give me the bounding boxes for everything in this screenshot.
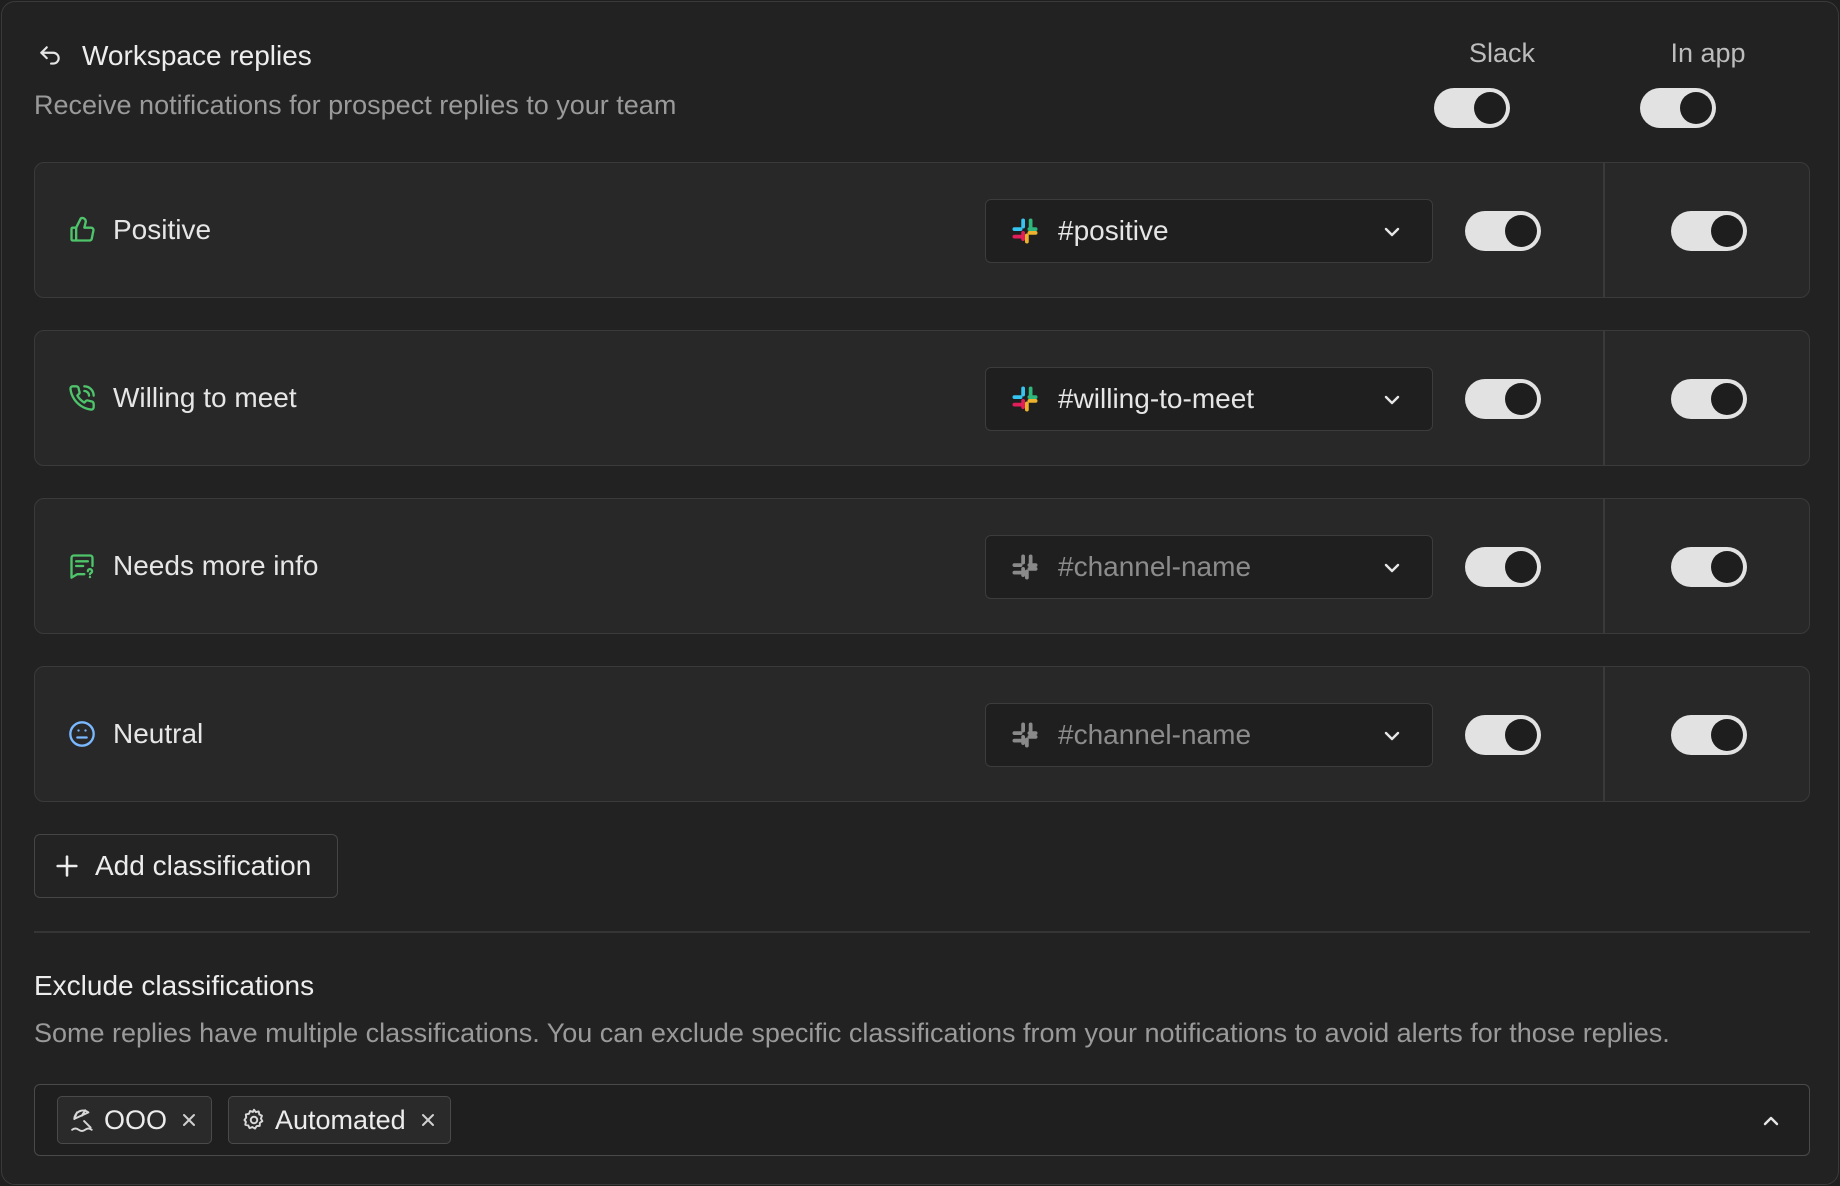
slack-logo-icon [1012,386,1038,412]
add-classification-button[interactable]: Add classification [34,834,338,898]
message-question-icon [67,551,97,581]
classification-label: Needs more info [113,550,319,581]
add-classification-label: Add classification [95,850,312,881]
chevron-down-icon [1384,395,1400,405]
chevron-down-icon [1384,731,1400,741]
thumbs-up-icon [67,215,97,245]
plus-icon [56,855,78,877]
selected-channel: #channel-name [1058,551,1252,582]
classification-row-positive: Positive #positive [34,162,1810,298]
remove-chip-icon[interactable] [418,1110,438,1130]
section-subtitle: Receive notifications for prospect repli… [34,90,677,120]
remove-chip-icon[interactable] [179,1110,199,1130]
neutral-face-icon [67,719,97,749]
classification-row-willing-to-meet: Willing to meet #willing-to-meet [34,330,1810,466]
selected-channel: #positive [1058,215,1169,246]
master-slack-toggle[interactable] [1434,88,1510,128]
classification-label: Neutral [113,718,204,749]
column-header-in-app: In app [1670,38,1746,68]
chip-automated: Automated [228,1096,451,1144]
reply-arrow-icon [36,42,64,70]
slack-toggle[interactable] [1465,715,1541,755]
slack-logo-icon [1012,722,1038,748]
classification-label: Positive [113,214,212,245]
exclude-section-title: Exclude classifications [34,970,315,1001]
selected-channel: #channel-name [1058,719,1252,750]
slack-logo-icon [1012,554,1038,580]
slack-channel-select[interactable]: #willing-to-meet [985,367,1433,431]
classification-row-neutral: Neutral #channel-name [34,666,1810,802]
classification-row-needs-more-info: Needs more info #channel-name [34,498,1810,634]
in-app-toggle[interactable] [1671,211,1747,251]
slack-channel-select[interactable]: #channel-name [985,535,1433,599]
section-title: Workspace replies [82,40,312,71]
classification-label: Willing to meet [113,382,297,413]
exclude-section-description: Some replies have multiple classificatio… [34,1018,1670,1048]
exclude-classifications-multiselect[interactable]: OOO Automated [34,1084,1810,1156]
chevron-down-icon [1384,227,1400,237]
section-divider [34,931,1810,933]
column-header-slack: Slack [1468,38,1536,68]
master-in-app-toggle[interactable] [1640,88,1716,128]
chip-ooo: OOO [57,1096,213,1144]
in-app-toggle[interactable] [1671,715,1747,755]
beach-umbrella-icon [71,1109,93,1132]
workspace-replies-panel: Workspace replies Receive notifications … [1,1,1839,1185]
slack-toggle[interactable] [1465,547,1541,587]
section-header: Workspace replies [36,40,312,72]
chevron-down-icon [1384,563,1400,573]
in-app-toggle[interactable] [1671,547,1747,587]
gear-icon [243,1108,264,1130]
in-app-toggle[interactable] [1671,379,1747,419]
phone-call-icon [67,383,97,413]
selected-channel: #willing-to-meet [1058,383,1255,414]
chip-label: Automated [275,1104,406,1135]
slack-channel-select[interactable]: #positive [985,199,1433,263]
chip-label: OOO [104,1104,168,1135]
slack-toggle[interactable] [1465,379,1541,419]
slack-logo-icon [1012,218,1038,244]
chevron-up-icon[interactable] [1759,1109,1783,1133]
slack-channel-select[interactable]: #channel-name [985,703,1433,767]
slack-toggle[interactable] [1465,211,1541,251]
